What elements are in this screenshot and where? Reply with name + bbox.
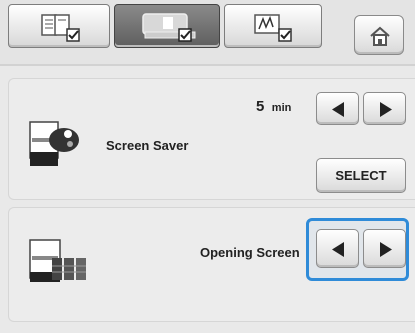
arrow-left-icon (332, 242, 344, 257)
opening-screen-field: Opening Screen (198, 242, 304, 264)
arrow-right-icon (380, 102, 392, 117)
screen-saver-label: Screen Saver (106, 138, 189, 153)
embroidery-settings-icon (142, 13, 196, 42)
arrow-right-icon (380, 242, 392, 257)
screen-saver-select-button[interactable]: SELECT (316, 158, 406, 193)
home-icon (370, 26, 390, 46)
settings-toolbar (0, 0, 415, 66)
screensaver-icon (28, 118, 80, 170)
tab-embroidery-settings[interactable] (114, 4, 220, 48)
arrow-left-icon (332, 102, 344, 117)
time-unit: min (271, 102, 292, 114)
settings-page-1-icon (41, 14, 80, 42)
screen-saver-time: 5 min (256, 98, 291, 116)
time-value: 5 (256, 98, 265, 115)
opening-screen-label: Opening Screen (200, 245, 300, 260)
sewing-settings-icon (254, 14, 292, 42)
opening-screen-previous-button[interactable] (316, 229, 359, 268)
tab-sewing-settings[interactable] (224, 4, 322, 48)
screen-saver-increase-button[interactable] (363, 92, 406, 125)
screen-saver-decrease-button[interactable] (316, 92, 359, 125)
home-button[interactable] (354, 15, 404, 55)
opening-screen-next-button[interactable] (363, 229, 406, 268)
tab-general-settings[interactable] (8, 4, 110, 48)
opening-screen-icon (28, 236, 92, 284)
